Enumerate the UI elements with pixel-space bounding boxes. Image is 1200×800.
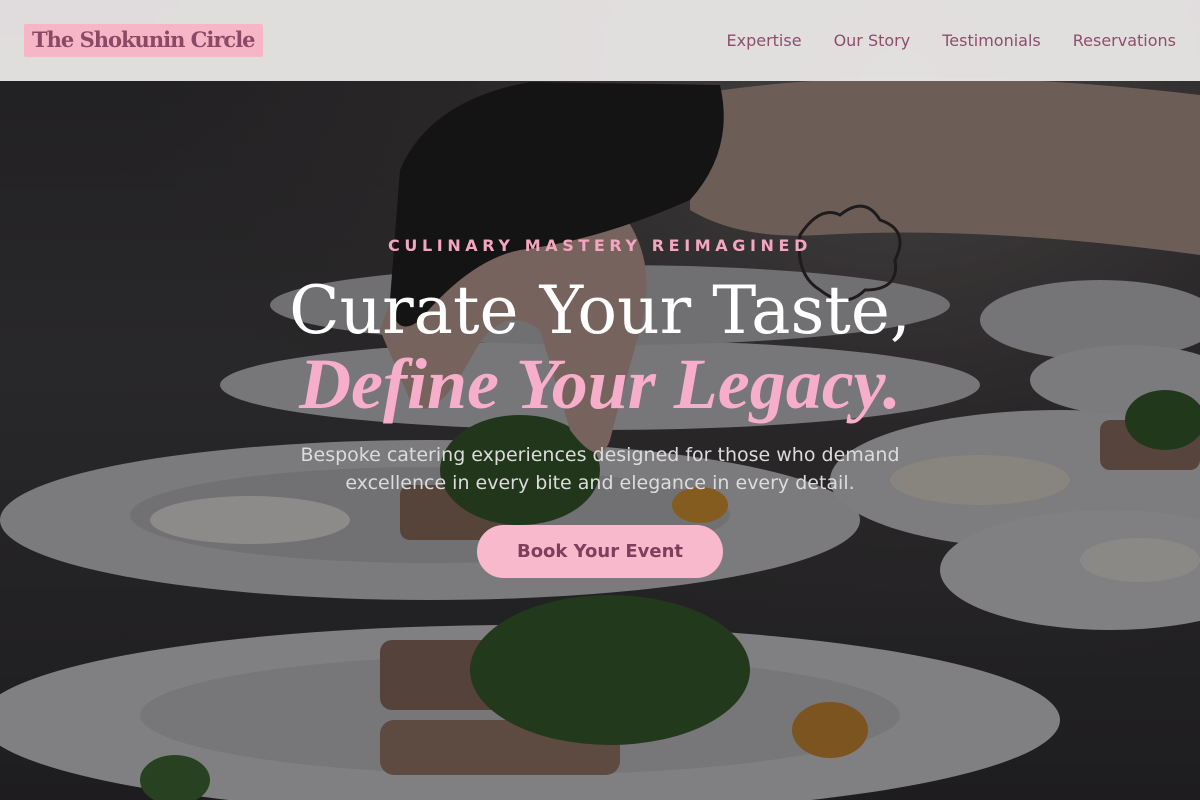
nav-link-expertise[interactable]: Expertise xyxy=(727,31,802,50)
nav-link-testimonials[interactable]: Testimonials xyxy=(942,31,1041,50)
nav-link-reservations[interactable]: Reservations xyxy=(1073,31,1176,50)
hero-eyebrow: CULINARY MASTERY REIMAGINED xyxy=(388,236,812,255)
site-logo[interactable]: The Shokunin Circle xyxy=(24,24,263,57)
hero-headline-line1: Curate Your Taste, xyxy=(289,272,911,349)
book-event-button[interactable]: Book Your Event xyxy=(477,525,723,578)
hero-subtitle: Bespoke catering experiences designed fo… xyxy=(300,444,900,494)
landing-page: The Shokunin Circle Expertise Our Story … xyxy=(0,0,1200,800)
main-nav: Expertise Our Story Testimonials Reserva… xyxy=(727,31,1177,50)
hero-headline-line2: Define Your Legacy. xyxy=(299,344,901,424)
nav-link-our-story[interactable]: Our Story xyxy=(834,31,911,50)
site-header: The Shokunin Circle Expertise Our Story … xyxy=(0,0,1200,81)
